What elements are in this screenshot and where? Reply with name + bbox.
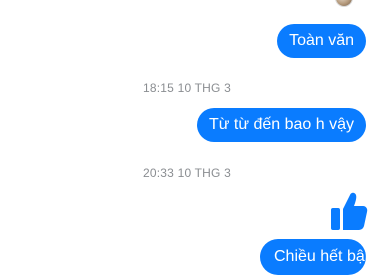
message-timestamp: 18:15 10 THG 3 <box>143 81 231 95</box>
message-bubble[interactable]: Toàn văn <box>277 24 366 58</box>
contact-avatar <box>336 0 352 6</box>
message-bubble[interactable]: Từ từ đến bao h vậy <box>196 108 366 142</box>
message-bubble[interactable]: Chiều hết bận <box>260 239 374 275</box>
message-timestamp: 20:33 10 THG 3 <box>143 166 231 180</box>
thumbs-up-icon[interactable] <box>330 191 368 231</box>
message-text: Chiều hết bận <box>274 248 374 265</box>
